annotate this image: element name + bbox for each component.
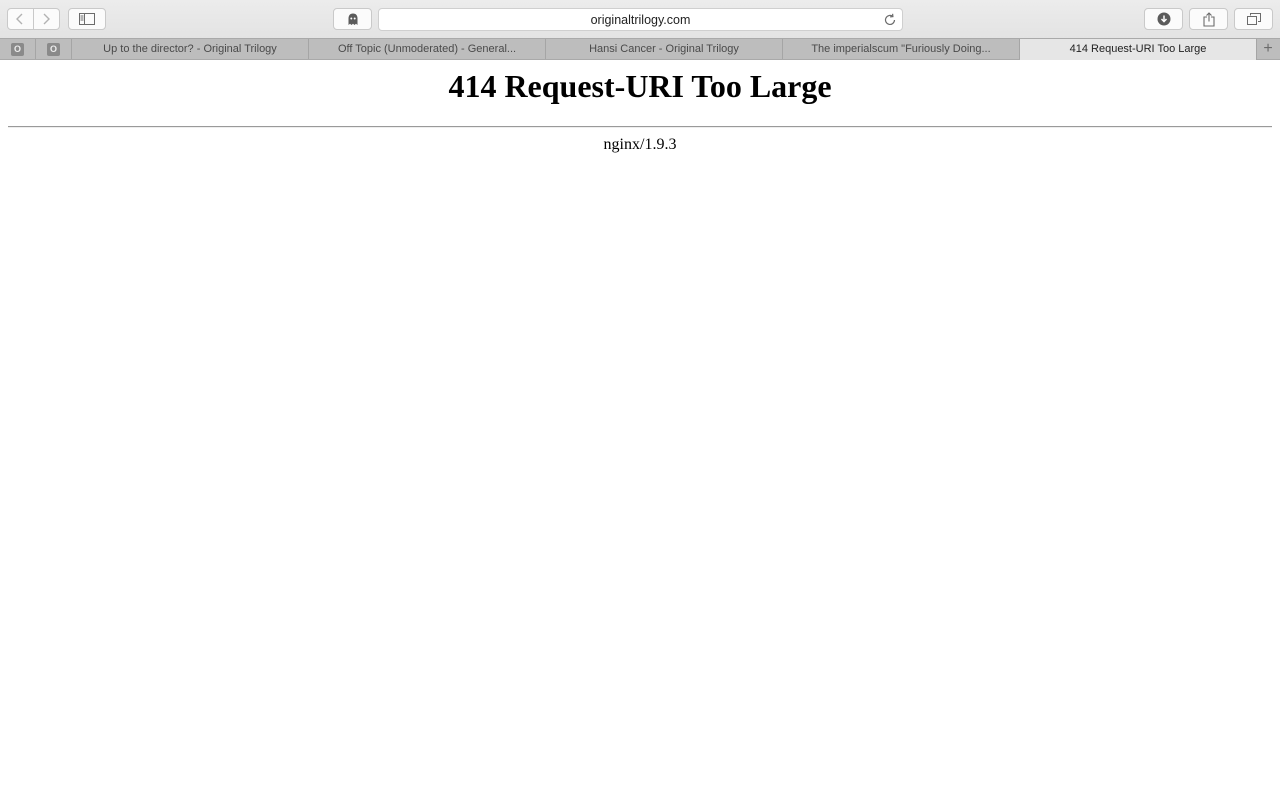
address-bar[interactable]: originaltrilogy.com (378, 8, 903, 31)
forward-button[interactable] (33, 8, 60, 30)
extension-button[interactable] (333, 8, 372, 30)
pinned-tab[interactable]: O (36, 39, 72, 59)
show-all-tabs-button[interactable] (1234, 8, 1273, 30)
sidebar-icon (79, 13, 95, 25)
tab-bar: O O Up to the director? - Original Trilo… (0, 38, 1280, 60)
browser-toolbar: originaltrilogy.com (0, 0, 1280, 38)
downloads-button[interactable] (1144, 8, 1183, 30)
tab[interactable]: Off Topic (Unmoderated) - General... (309, 39, 546, 59)
reload-icon[interactable] (882, 12, 898, 28)
back-button[interactable] (7, 8, 34, 30)
sidebar-button[interactable] (68, 8, 106, 30)
page-content: 414 Request-URI Too Large nginx/1.9.3 (0, 60, 1280, 800)
new-tab-button[interactable]: + (1256, 39, 1280, 59)
pinned-tab-favicon: O (11, 42, 24, 56)
chevron-left-icon (16, 13, 23, 25)
share-button[interactable] (1189, 8, 1228, 30)
ghostery-ghost-icon (348, 13, 357, 25)
tab[interactable]: Hansi Cancer - Original Trilogy (546, 39, 783, 59)
tab[interactable]: Up to the director? - Original Trilogy (72, 39, 309, 59)
horizontal-rule (8, 126, 1272, 128)
pinned-tab-favicon: O (47, 42, 60, 56)
error-title: 414 Request-URI Too Large (448, 68, 832, 104)
plus-icon: + (1263, 40, 1273, 57)
show-all-tabs-icon (1246, 13, 1261, 25)
navigation-buttons (7, 8, 60, 30)
tab[interactable]: The imperialscum "Furiously Doing... (783, 39, 1020, 59)
chevron-right-icon (43, 13, 51, 25)
address-text: originaltrilogy.com (590, 13, 691, 27)
pinned-tab[interactable]: O (0, 39, 36, 59)
tab-active[interactable]: 414 Request-URI Too Large (1020, 39, 1257, 60)
share-icon (1202, 11, 1215, 27)
download-icon (1157, 12, 1170, 26)
server-signature: nginx/1.9.3 (603, 136, 677, 153)
